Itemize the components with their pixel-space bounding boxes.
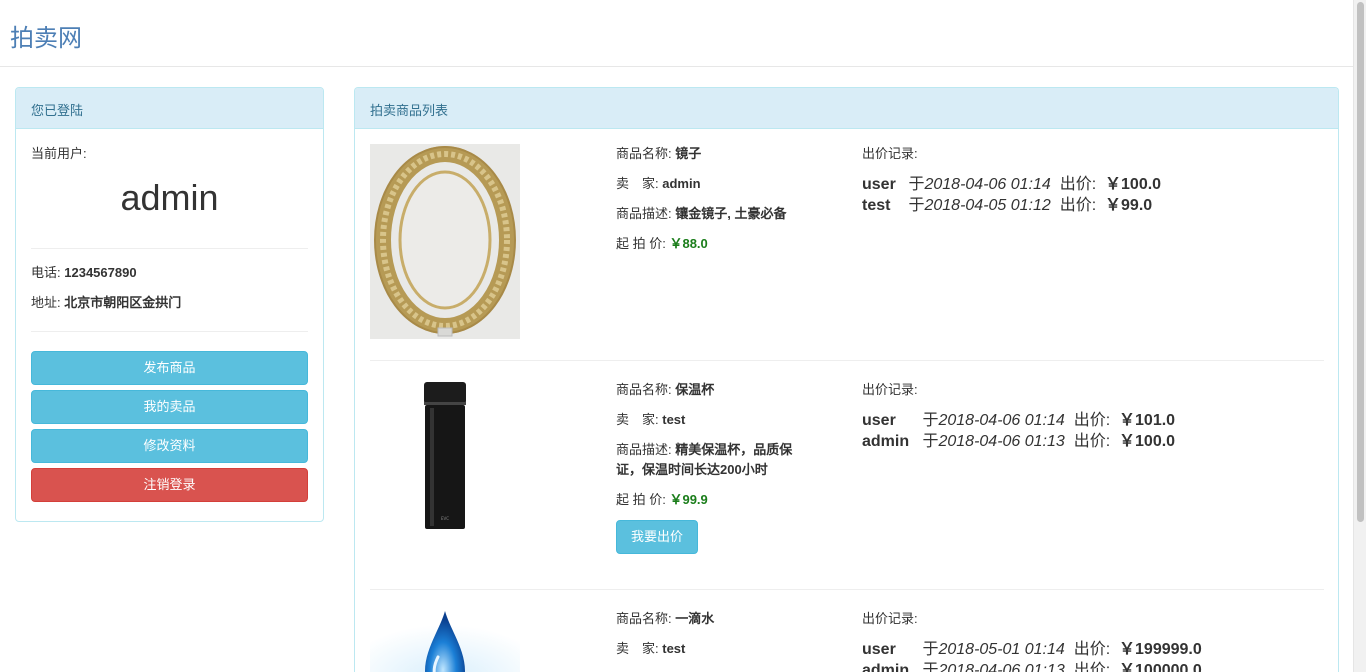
- bid-amount: ￥100.0: [1105, 176, 1162, 193]
- user-panel: 您已登陆 当前用户: admin 电话: 1234567890 地址: 北京市朝…: [15, 87, 324, 522]
- bid-amount: ￥99.0: [1105, 197, 1153, 214]
- bid-history-title: 出价记录:: [862, 611, 918, 626]
- bid-amount: ￥199999.0: [1119, 641, 1202, 658]
- publish-item-button[interactable]: 发布商品: [31, 351, 308, 385]
- bid-history: 出价记录: user 于2018-05-01 01:14 出价: ￥199999…: [862, 609, 1262, 672]
- bid-time: 2018-04-06 01:13: [938, 662, 1065, 672]
- bid-at-label: 于: [908, 197, 925, 214]
- bid-row: user 于2018-04-06 01:14 出价: ￥100.0: [862, 174, 1262, 195]
- address-row: 地址: 北京市朝阳区金拱门: [31, 293, 308, 323]
- seller-label: 卖 家:: [616, 412, 659, 427]
- logout-button[interactable]: 注销登录: [31, 468, 308, 502]
- item-name: 保温杯: [675, 382, 715, 397]
- bid-amount: ￥101.0: [1119, 412, 1176, 429]
- bid-at-label: 于: [908, 176, 925, 193]
- bid-offer-label: 出价:: [1073, 433, 1111, 450]
- seller-label: 卖 家:: [616, 641, 659, 656]
- item-image-thermos[interactable]: EVC: [370, 380, 520, 575]
- bid-time: 2018-05-01 01:14: [938, 641, 1065, 658]
- phone-row: 电话: 1234567890: [31, 263, 308, 293]
- bid-at-label: 于: [922, 412, 939, 429]
- desc-label: 商品描述:: [616, 206, 672, 221]
- bid-user: test: [862, 197, 891, 214]
- item-name: 镜子: [675, 146, 702, 161]
- item-divider: [370, 360, 1324, 361]
- auction-item: EVC 商品名称: 保温杯 卖 家: test 商品描述: 精美保温杯，品质保证…: [370, 380, 1324, 580]
- item-image-mirror[interactable]: [370, 144, 520, 339]
- desc-label: 商品描述:: [616, 442, 672, 457]
- start-price-label: 起 拍 价:: [616, 492, 666, 507]
- item-info: 商品名称: 镜子 卖 家: admin 商品描述: 镶金镜子, 土豪必备 起 拍…: [616, 144, 816, 264]
- username: admin: [120, 177, 219, 218]
- phone-label: 电话:: [31, 265, 61, 280]
- auction-list-heading: 拍卖商品列表: [355, 88, 1338, 129]
- item-desc: 镶金镜子, 土豪必备: [675, 206, 787, 221]
- item-info: 商品名称: 一滴水 卖 家: test: [616, 609, 816, 669]
- svg-text:EVC: EVC: [441, 516, 449, 521]
- current-user-label: 当前用户:: [31, 146, 87, 161]
- bid-user: user: [862, 641, 896, 658]
- bid-at-label: 于: [922, 433, 939, 450]
- divider: [31, 331, 308, 332]
- item-seller: test: [662, 412, 686, 427]
- bid-history-title: 出价记录:: [862, 382, 918, 397]
- bid-row: admin 于2018-04-06 01:13 出价: ￥100000.0: [862, 660, 1262, 672]
- brand-link[interactable]: 拍卖网: [10, 18, 82, 53]
- phone-value: 1234567890: [64, 265, 137, 280]
- bid-amount: ￥100000.0: [1119, 662, 1202, 672]
- bid-history-title: 出价记录:: [862, 146, 918, 161]
- name-label: 商品名称:: [616, 382, 672, 397]
- bid-time: 2018-04-05 01:12: [924, 197, 1051, 214]
- bid-at-label: 于: [922, 662, 939, 672]
- name-label: 商品名称:: [616, 611, 672, 626]
- start-price-label: 起 拍 价:: [616, 236, 666, 251]
- auction-item: 商品名称: 镜子 卖 家: admin 商品描述: 镶金镜子, 土豪必备 起 拍…: [370, 144, 1324, 344]
- bid-offer-label: 出价:: [1073, 662, 1111, 672]
- bid-time: 2018-04-06 01:13: [938, 433, 1065, 450]
- scrollbar-thumb[interactable]: [1357, 2, 1364, 522]
- bid-row: admin 于2018-04-06 01:13 出价: ￥100.0: [862, 431, 1262, 452]
- bid-at-label: 于: [922, 641, 939, 658]
- edit-profile-button[interactable]: 修改资料: [31, 429, 308, 463]
- seller-label: 卖 家:: [616, 176, 659, 191]
- my-items-button[interactable]: 我的卖品: [31, 390, 308, 424]
- auction-item: 商品名称: 一滴水 卖 家: test 出价记录: user 于2018-05-…: [370, 609, 1324, 672]
- address-value: 北京市朝阳区金拱门: [64, 295, 182, 310]
- bid-row: user 于2018-04-06 01:14 出价: ￥101.0: [862, 410, 1262, 431]
- bid-offer-label: 出价:: [1059, 176, 1097, 193]
- bid-user: user: [862, 412, 896, 429]
- name-label: 商品名称:: [616, 146, 672, 161]
- auction-list-panel: 拍卖商品列表 商品名称: 镜子 卖 家: admin 商品描述: 镶金镜子, 土…: [354, 87, 1339, 672]
- user-panel-heading: 您已登陆: [16, 88, 323, 129]
- address-label: 地址:: [31, 295, 61, 310]
- bid-row: test 于2018-04-05 01:12 出价: ￥99.0: [862, 195, 1262, 216]
- item-seller: test: [662, 641, 686, 656]
- bid-history: 出价记录: user 于2018-04-06 01:14 出价: ￥101.0 …: [862, 380, 1262, 452]
- divider: [31, 248, 308, 249]
- item-info: 商品名称: 保温杯 卖 家: test 商品描述: 精美保温杯，品质保证，保温时…: [616, 380, 816, 554]
- item-seller: admin: [662, 176, 701, 191]
- bid-offer-label: 出价:: [1073, 412, 1111, 429]
- bid-offer-label: 出价:: [1059, 197, 1097, 214]
- bid-time: 2018-04-06 01:14: [924, 176, 1051, 193]
- item-divider: [370, 589, 1324, 590]
- start-price: ￥88.0: [669, 236, 708, 251]
- bid-user: user: [862, 176, 896, 193]
- bid-time: 2018-04-06 01:14: [938, 412, 1065, 429]
- place-bid-button[interactable]: 我要出价: [616, 520, 698, 554]
- bid-user: admin: [862, 662, 910, 672]
- bid-offer-label: 出价:: [1073, 641, 1111, 658]
- bid-user: admin: [862, 433, 910, 450]
- bid-amount: ￥100.0: [1119, 433, 1176, 450]
- vertical-scrollbar[interactable]: [1353, 0, 1366, 672]
- item-name: 一滴水: [675, 611, 715, 626]
- start-price: ￥99.9: [669, 492, 708, 507]
- bid-row: user 于2018-05-01 01:14 出价: ￥199999.0: [862, 639, 1262, 660]
- bid-history: 出价记录: user 于2018-04-06 01:14 出价: ￥100.0 …: [862, 144, 1262, 216]
- item-image-water-drop[interactable]: [370, 609, 520, 672]
- top-navbar: 拍卖网: [0, 0, 1353, 67]
